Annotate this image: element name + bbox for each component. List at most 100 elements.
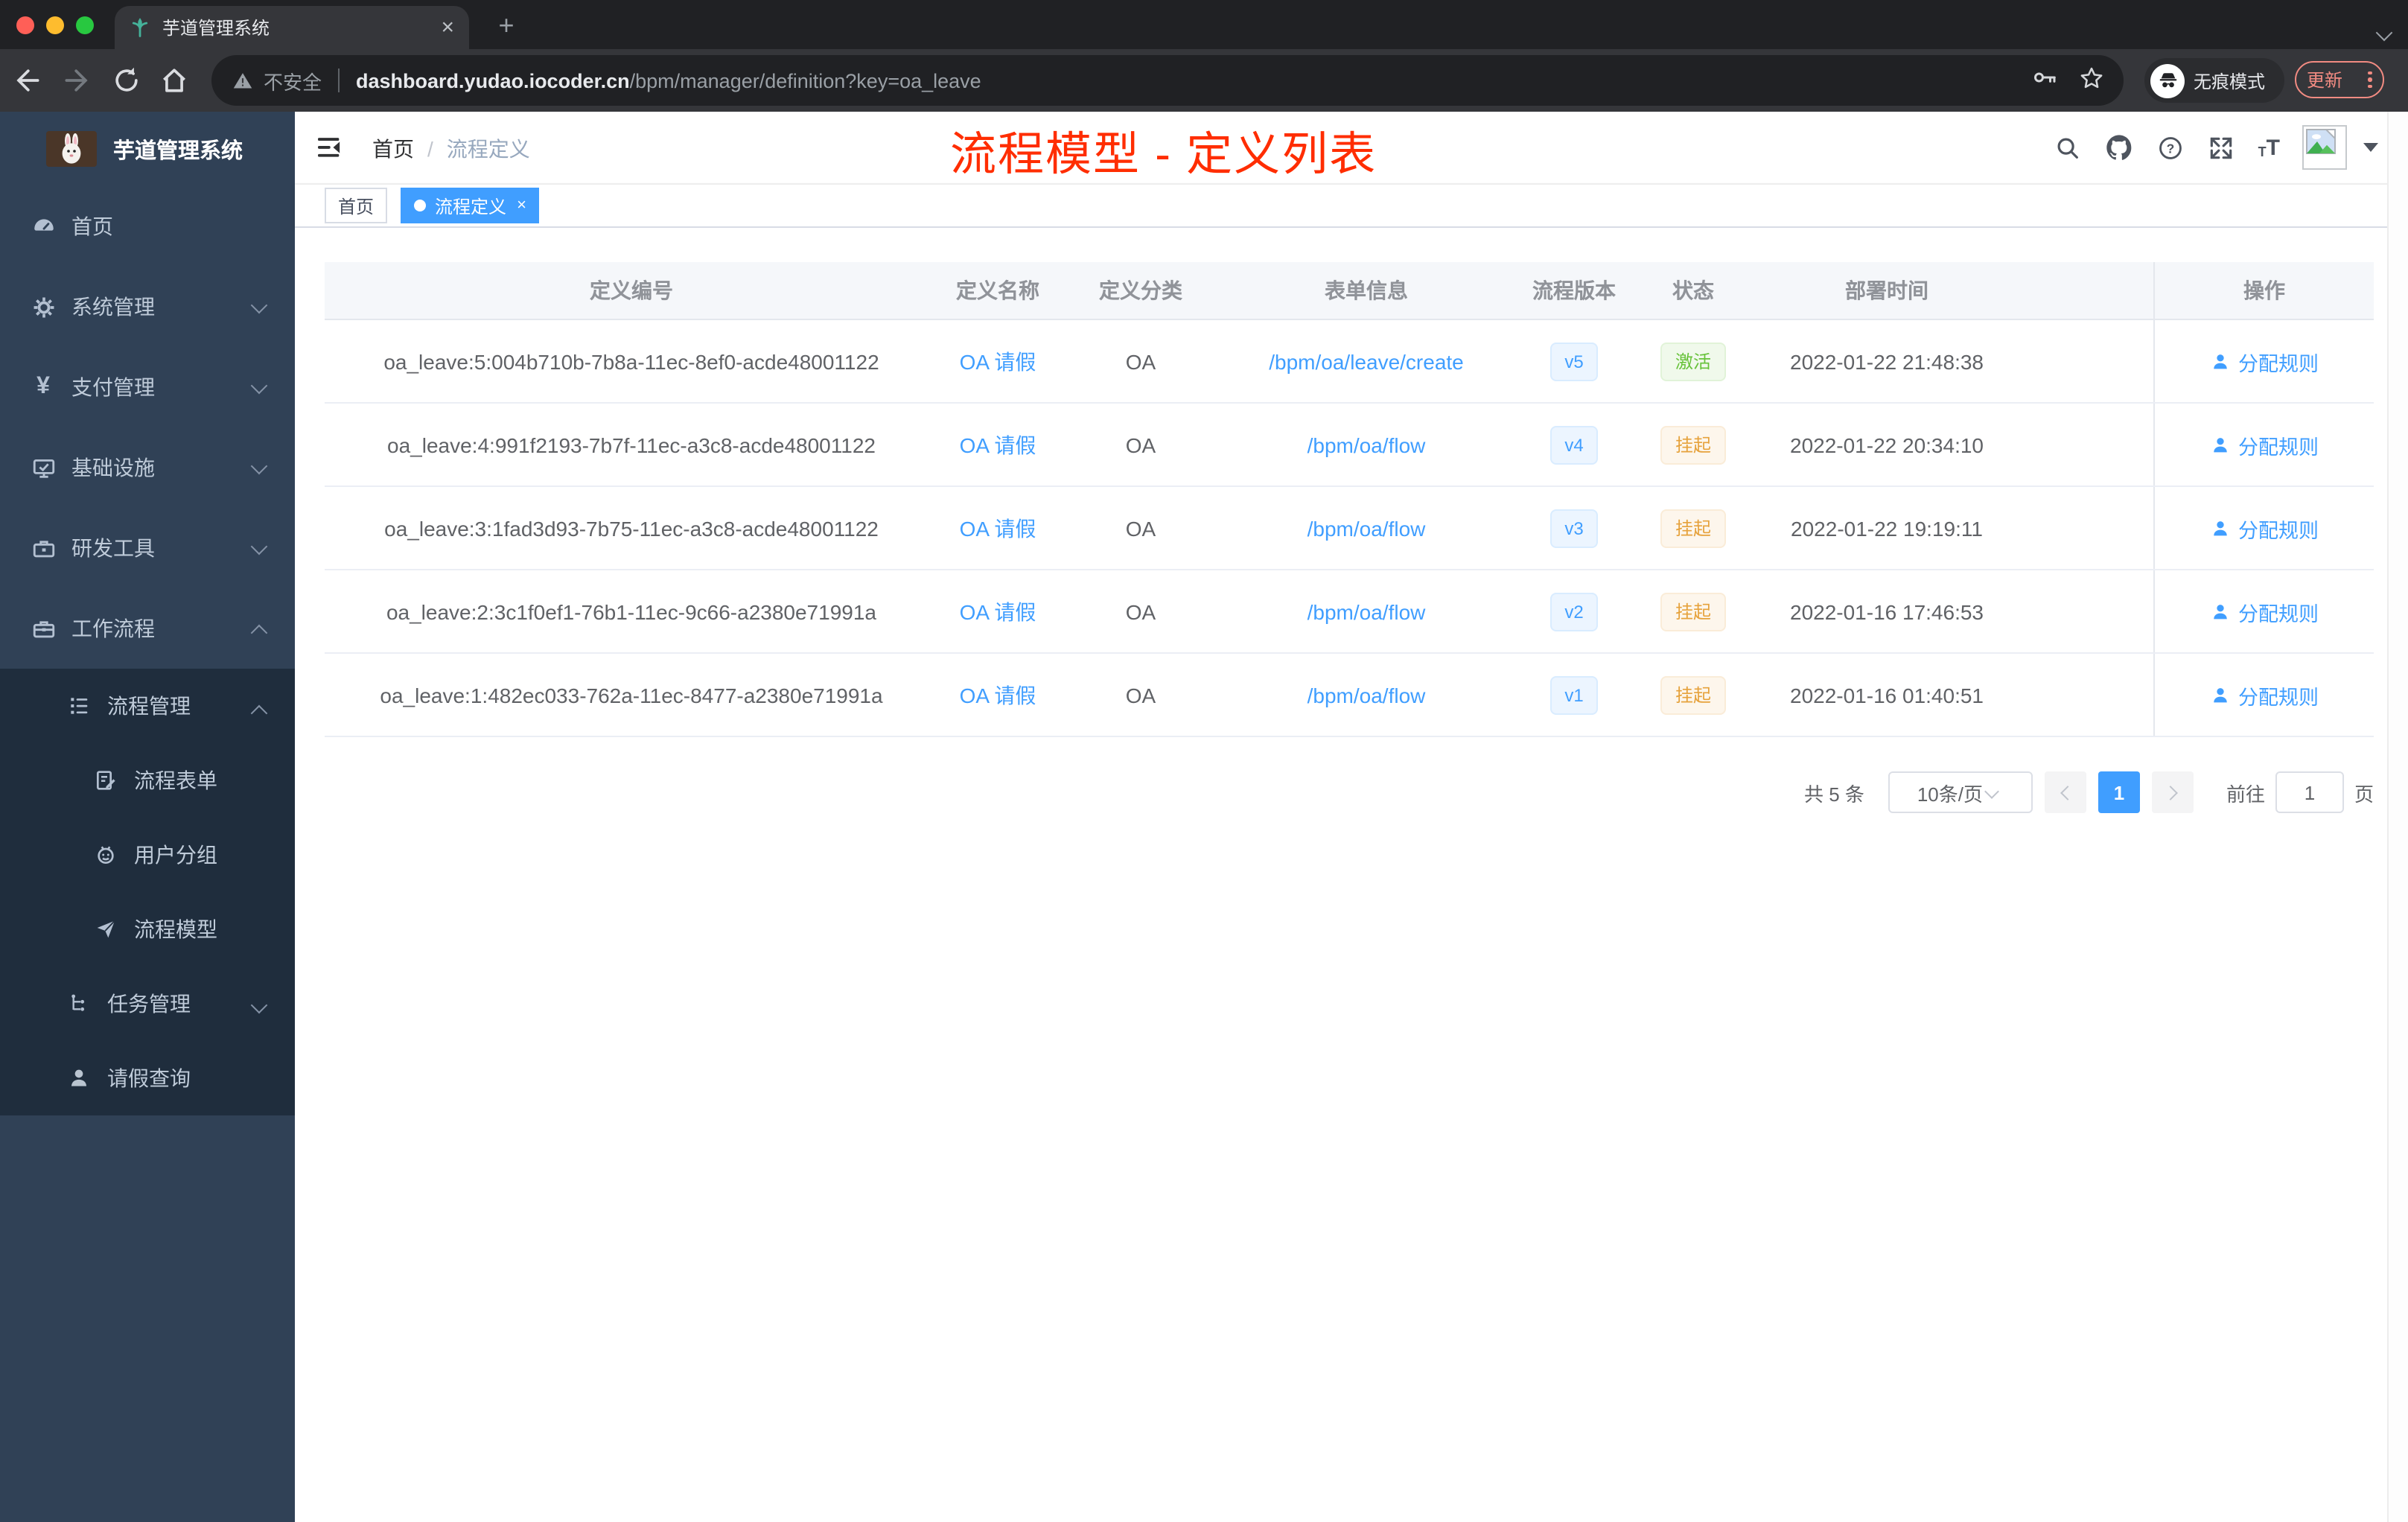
- logo-rabbit-image: [46, 131, 97, 167]
- definition-name-link[interactable]: OA 请假: [960, 596, 1036, 626]
- password-key-icon[interactable]: [2030, 63, 2060, 92]
- main-area: 首页 / 流程定义 流程模型 - 定义列表 ? T T 首页 流程定义 × 定义…: [295, 112, 2408, 1522]
- sidebar-item-workflow[interactable]: 工作流程: [0, 588, 295, 669]
- sidebar-item-label: 流程管理: [107, 694, 191, 718]
- page-annotation-title: 流程模型 - 定义列表: [950, 128, 1377, 180]
- github-icon[interactable]: [2105, 133, 2135, 162]
- page-number-1[interactable]: 1: [2098, 771, 2140, 813]
- goto-page-input[interactable]: [2275, 771, 2344, 813]
- chevron-up-icon: [250, 624, 268, 642]
- tags-view-bar: 首页 流程定义 ×: [295, 185, 2408, 228]
- deploy-time: 2022-01-16 17:46:53: [1790, 599, 1984, 623]
- sidebar-item-leave-query[interactable]: 请假查询: [0, 1041, 295, 1115]
- table-row: oa_leave:2:3c1f0ef1-76b1-11ec-9c66-a2380…: [325, 570, 2374, 654]
- sidebar-logo[interactable]: 芋道管理系统: [0, 112, 295, 186]
- table-row: oa_leave:3:1fad3d93-7b75-11ec-a3c8-acde4…: [325, 487, 2374, 570]
- form-link[interactable]: /bpm/oa/flow: [1307, 433, 1426, 456]
- assign-rule-button[interactable]: 分配规则: [2210, 430, 2319, 459]
- sidebar-item-task-management[interactable]: 任务管理: [0, 967, 295, 1041]
- svg-text:?: ?: [2167, 140, 2175, 155]
- form-link[interactable]: /bpm/oa/flow: [1307, 516, 1426, 540]
- chevron-down-icon: [250, 377, 268, 395]
- tag-home[interactable]: 首页: [325, 188, 388, 223]
- definition-id: oa_leave:2:3c1f0ef1-76b1-11ec-9c66-a2380…: [386, 599, 876, 623]
- sidebar-item-infrastructure[interactable]: 基础设施: [0, 427, 295, 508]
- sidebar-item-dev-tools[interactable]: 研发工具: [0, 508, 295, 588]
- sidebar: 芋道管理系统 首页 系统管理 ¥ 支付管理 基础设施 研发工具 工作流程 流程管…: [0, 112, 295, 1522]
- form-link[interactable]: /bpm/oa/flow: [1307, 599, 1426, 623]
- briefcase-icon: [30, 616, 57, 641]
- monitor-icon: [30, 455, 57, 480]
- browser-update-menu-button[interactable]: 更新: [2295, 61, 2384, 98]
- help-icon[interactable]: ?: [2157, 133, 2185, 162]
- definition-id: oa_leave:1:482ec033-762a-11ec-8477-a2380…: [380, 683, 883, 707]
- sidebar-item-payment[interactable]: ¥ 支付管理: [0, 347, 295, 427]
- definition-id: oa_leave:3:1fad3d93-7b75-11ec-a3c8-acde4…: [384, 516, 879, 540]
- definition-id: oa_leave:4:991f2193-7b7f-11ec-a3c8-acde4…: [387, 433, 876, 456]
- column-header: 状态: [1672, 278, 1714, 302]
- tag-active-dot: [414, 200, 427, 211]
- home-button[interactable]: [158, 64, 191, 97]
- status-badge: 激活: [1660, 342, 1726, 380]
- sidebar-item-label: 工作流程: [71, 617, 155, 640]
- sidebar-item-process-management[interactable]: 流程管理: [0, 669, 295, 743]
- tag-process-definition[interactable]: 流程定义 ×: [401, 188, 540, 223]
- flow-list-icon: [66, 694, 92, 718]
- bookmark-star-icon[interactable]: [2077, 63, 2106, 92]
- table-header-row: 定义编号 定义名称 定义分类 表单信息 流程版本 状态 部署时间 操作: [325, 262, 2374, 320]
- tab-close-icon[interactable]: ×: [441, 16, 454, 39]
- definition-name-link[interactable]: OA 请假: [960, 513, 1036, 543]
- window-minimize-button[interactable]: [46, 16, 64, 34]
- tab-title: 芋道管理系统: [162, 18, 270, 39]
- definition-category: OA: [1125, 599, 1156, 623]
- reload-button[interactable]: [110, 64, 143, 97]
- search-icon[interactable]: [2054, 133, 2083, 162]
- assign-rule-button[interactable]: 分配规则: [2210, 596, 2319, 626]
- tag-close-icon[interactable]: ×: [517, 197, 526, 214]
- definition-name-link[interactable]: OA 请假: [960, 346, 1036, 376]
- browser-tab-bar: 芋道管理系统 × +: [0, 0, 2408, 49]
- definition-name-link[interactable]: OA 请假: [960, 680, 1036, 710]
- status-badge: 挂起: [1660, 675, 1726, 714]
- browser-tab[interactable]: 芋道管理系统 ×: [115, 6, 469, 49]
- page-size-select[interactable]: 10条/页: [1888, 771, 2033, 813]
- next-page-button[interactable]: [2151, 771, 2194, 813]
- back-button[interactable]: [10, 64, 43, 97]
- sidebar-item-user-group[interactable]: 用户分组: [0, 818, 295, 892]
- window-zoom-button[interactable]: [76, 16, 94, 34]
- column-header-filler: [2027, 262, 2153, 319]
- breadcrumb-home[interactable]: 首页: [372, 134, 414, 164]
- form-link[interactable]: /bpm/oa/leave/create: [1269, 349, 1464, 373]
- new-tab-button[interactable]: +: [491, 10, 521, 42]
- url-path: /bpm/manager/definition?key=oa_leave: [629, 69, 981, 92]
- form-link[interactable]: /bpm/oa/flow: [1307, 683, 1426, 707]
- chevron-down-icon: [250, 457, 268, 475]
- address-bar[interactable]: 不安全 dashboard.yudao.iocoder.cn /bpm/mana…: [211, 55, 2124, 106]
- avatar[interactable]: [2302, 125, 2347, 170]
- definition-category: OA: [1125, 516, 1156, 540]
- breadcrumb: 首页 / 流程定义: [372, 134, 530, 164]
- page-scrollbar[interactable]: [2387, 112, 2408, 1522]
- sidebar-item-process-model[interactable]: 流程模型: [0, 892, 295, 967]
- forward-button[interactable]: [61, 64, 94, 97]
- sidebar-item-system[interactable]: 系统管理: [0, 267, 295, 347]
- favicon-plant-icon: [130, 17, 150, 38]
- sidebar-item-label: 请假查询: [107, 1066, 191, 1090]
- assign-rule-button[interactable]: 分配规则: [2210, 346, 2319, 376]
- sidebar-item-home[interactable]: 首页: [0, 186, 295, 267]
- font-size-icon[interactable]: TT: [2258, 136, 2280, 159]
- security-warning-icon[interactable]: [232, 70, 253, 91]
- tab-search-icon[interactable]: [2375, 19, 2393, 46]
- definition-name-link[interactable]: OA 请假: [960, 430, 1036, 459]
- prev-page-button[interactable]: [2044, 771, 2086, 813]
- update-label: 更新: [2307, 70, 2343, 91]
- sidebar-item-process-form[interactable]: 流程表单: [0, 743, 295, 818]
- sidebar-collapse-icon[interactable]: [314, 133, 344, 162]
- fullscreen-icon[interactable]: [2208, 133, 2236, 162]
- window-close-button[interactable]: [16, 16, 34, 34]
- assign-rule-button[interactable]: 分配规则: [2210, 680, 2319, 710]
- chevron-down-icon: [1984, 784, 1999, 799]
- avatar-caret-icon[interactable]: [2363, 143, 2378, 152]
- browser-toolbar: 不安全 dashboard.yudao.iocoder.cn /bpm/mana…: [0, 49, 2408, 112]
- assign-rule-button[interactable]: 分配规则: [2210, 513, 2319, 543]
